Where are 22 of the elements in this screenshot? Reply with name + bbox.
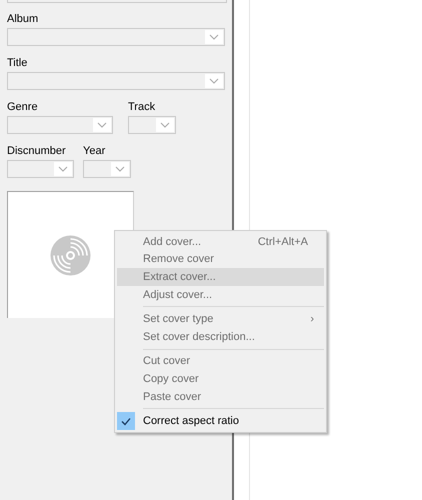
dropdown-field[interactable]: [7, 72, 225, 90]
field-label: Title: [7, 56, 28, 70]
field-label: Genre: [7, 100, 39, 114]
dropdown-field[interactable]: [83, 160, 131, 178]
dropdown-field[interactable]: [128, 116, 176, 134]
chevron-down-icon: [205, 74, 223, 88]
field-label: Year: [83, 144, 106, 158]
chevron-down-icon: [111, 162, 129, 176]
dropdown-field[interactable]: [7, 116, 113, 134]
dropdown-field[interactable]: [7, 160, 74, 178]
chevron-down-icon: [156, 118, 174, 132]
chevron-down-icon: [93, 118, 111, 132]
shortcut-text: Ctrl+Alt+A: [258, 236, 309, 248]
chevron-down-icon: [205, 30, 223, 44]
field-label: Album: [7, 12, 40, 26]
field-label: Track: [128, 100, 156, 114]
submenu-arrow: ›: [310, 313, 314, 326]
disc-icon: [50, 234, 91, 276]
chevron-down-icon: [54, 162, 72, 176]
field-label: Discnumber: [7, 144, 67, 158]
dropdown-field[interactable]: [7, 28, 225, 46]
menu-item[interactable]: Correct aspect ratio: [117, 412, 324, 430]
